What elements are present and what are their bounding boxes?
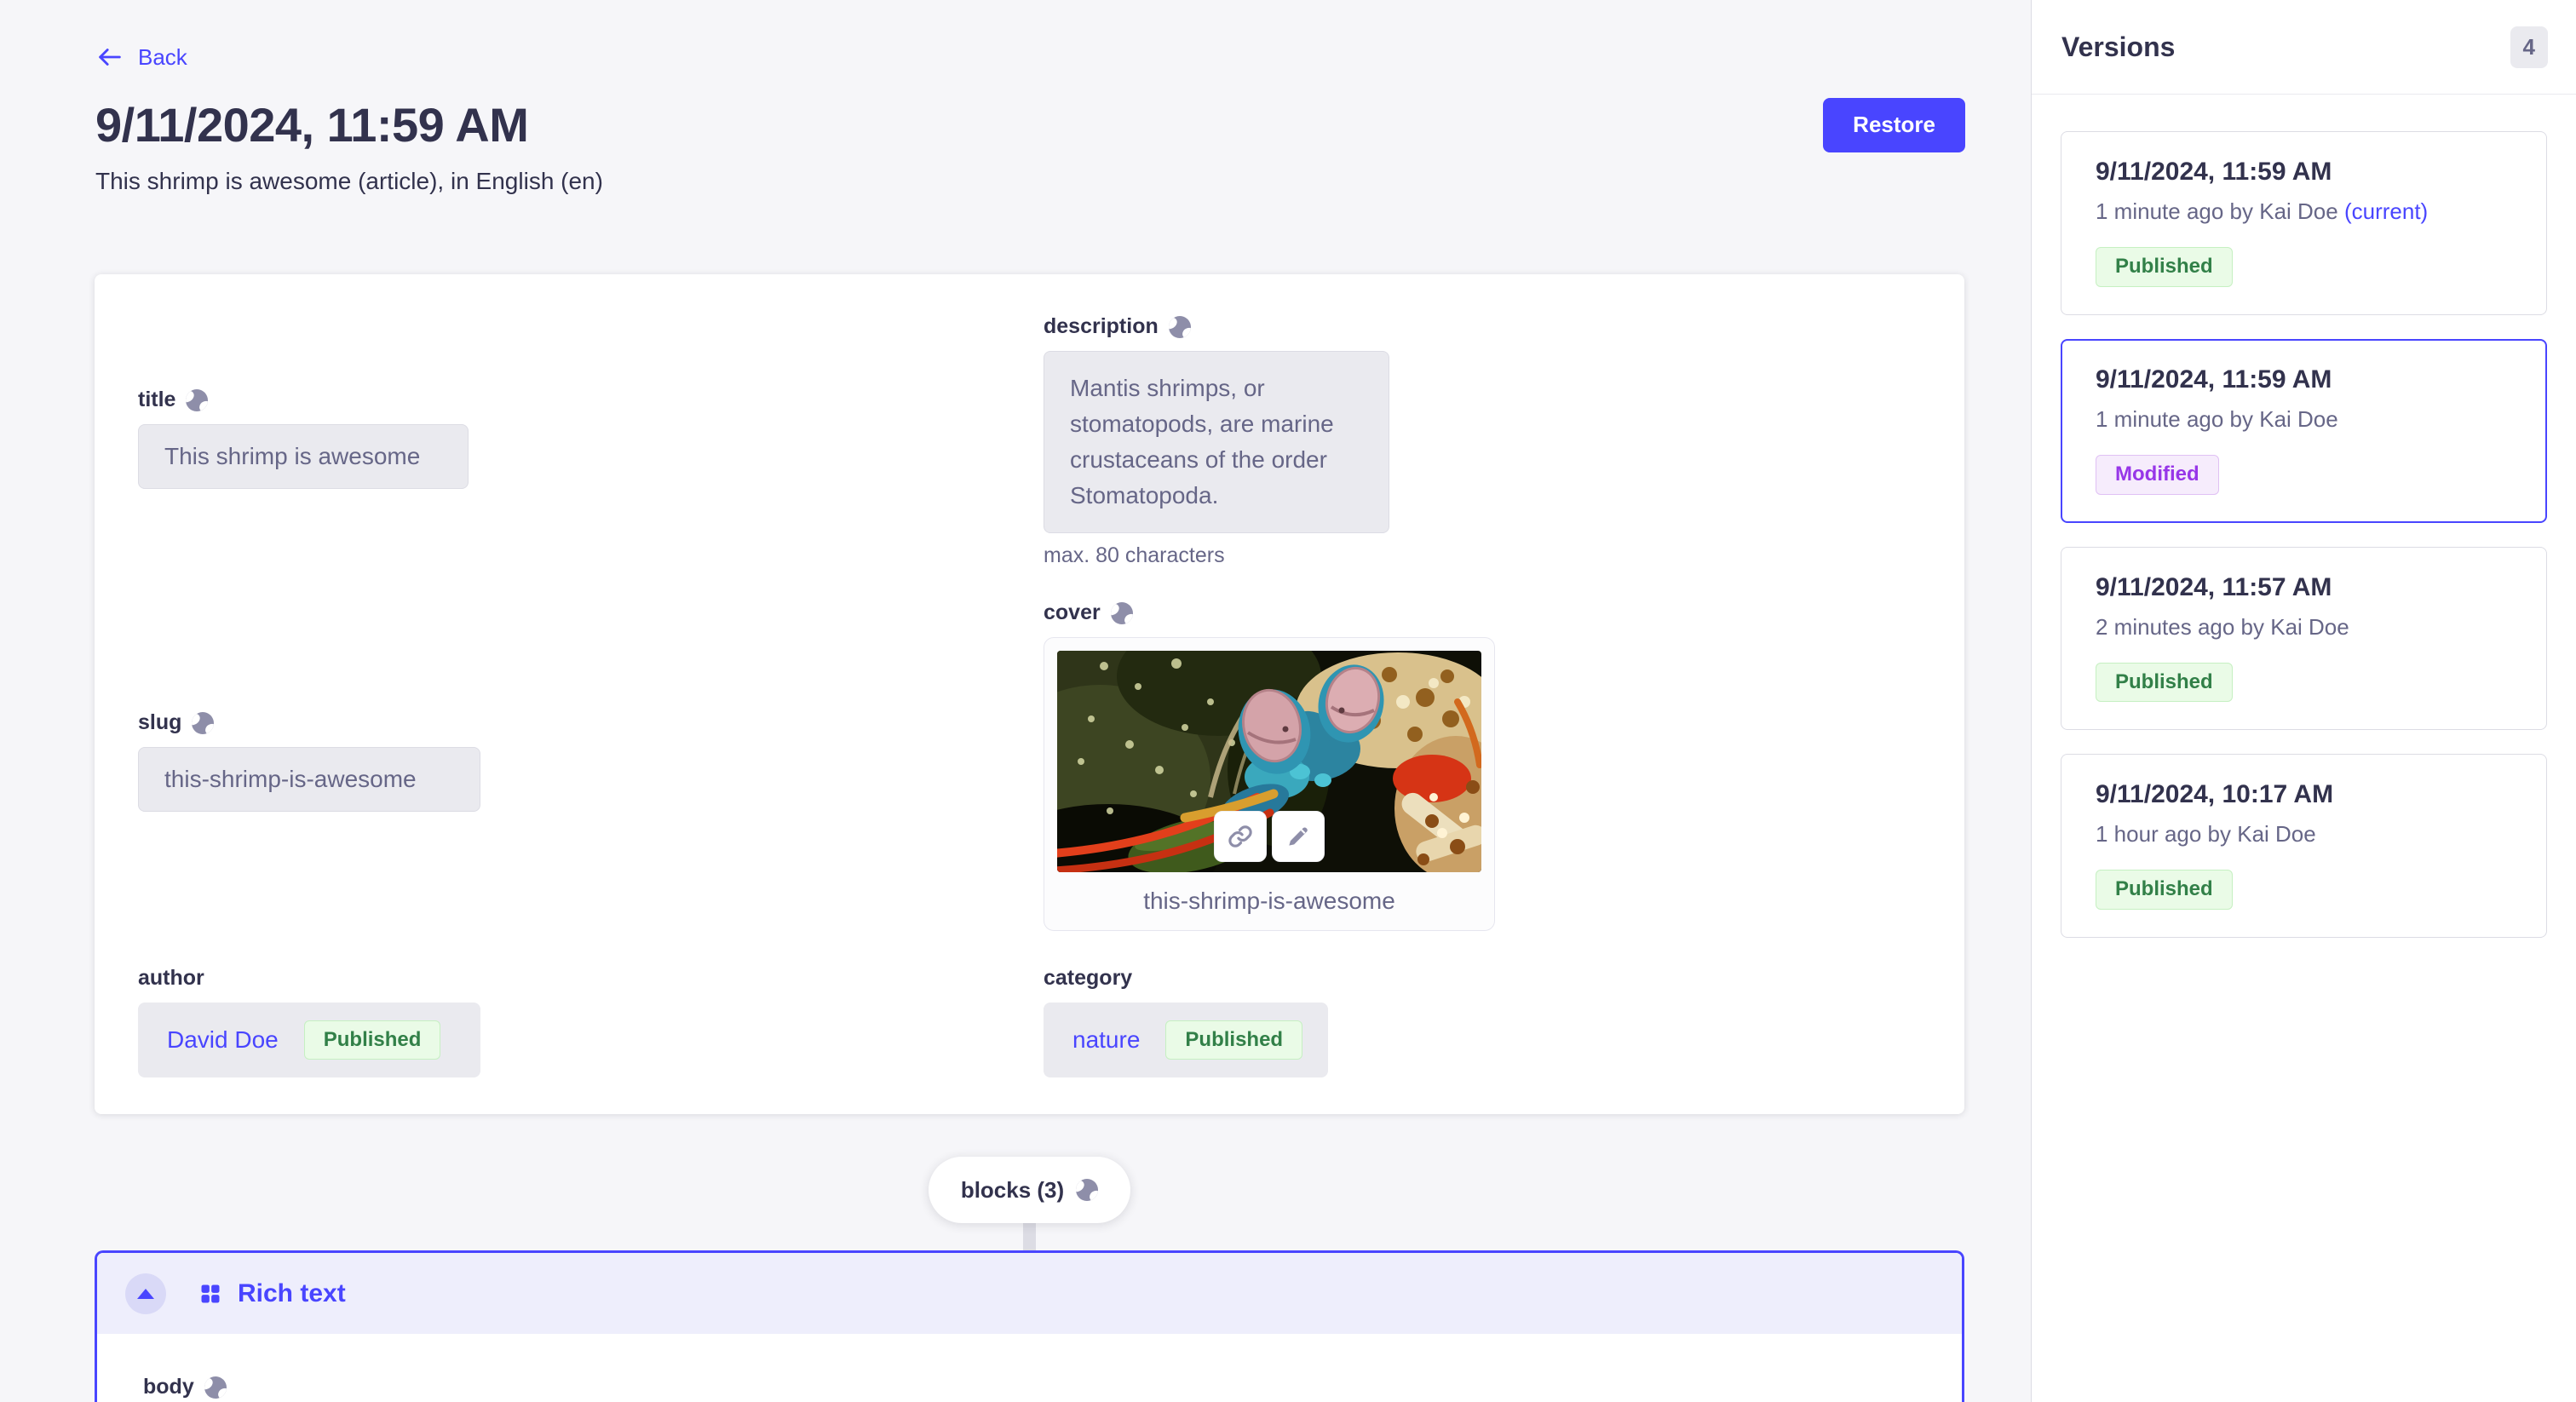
version-date: 9/11/2024, 11:57 AM bbox=[2096, 573, 2521, 602]
version-date: 9/11/2024, 10:17 AM bbox=[2096, 780, 2521, 809]
pencil-icon bbox=[1285, 823, 1312, 850]
field-author-label: author bbox=[138, 966, 480, 991]
back-label: Back bbox=[138, 44, 187, 71]
status-badge: Published bbox=[1165, 1020, 1302, 1060]
cover-filename: this-shrimp-is-awesome bbox=[1057, 872, 1481, 925]
blocks-pill-label: blocks (3) bbox=[961, 1177, 1064, 1204]
version-card[interactable]: 9/11/2024, 11:59 AM 1 minute ago by Kai … bbox=[2061, 339, 2547, 523]
cover-actions bbox=[1214, 811, 1325, 862]
field-cover-label: cover bbox=[1044, 600, 1495, 625]
globe-icon bbox=[186, 389, 208, 411]
version-card[interactable]: 9/11/2024, 11:57 AM 2 minutes ago by Kai… bbox=[2061, 547, 2547, 731]
version-meta: 1 minute ago by Kai Doe (current) bbox=[2096, 198, 2521, 225]
collapse-button[interactable] bbox=[125, 1273, 166, 1314]
slug-input[interactable]: this-shrimp-is-awesome bbox=[138, 747, 480, 812]
version-date: 9/11/2024, 11:59 AM bbox=[2096, 365, 2521, 394]
globe-icon bbox=[1076, 1179, 1098, 1201]
main-content: Back 9/11/2024, 11:59 AM Restore This sh… bbox=[0, 0, 2031, 1402]
field-slug: slug this-shrimp-is-awesome bbox=[138, 710, 480, 812]
version-meta: 1 hour ago by Kai Doe bbox=[2096, 821, 2521, 848]
back-link[interactable]: Back bbox=[95, 43, 187, 72]
versions-panel: Versions 4 9/11/2024, 11:59 AM 1 minute … bbox=[2031, 0, 2576, 1402]
author-relation-link[interactable]: David Doe bbox=[167, 1026, 279, 1054]
author-relation-box: David Doe Published bbox=[138, 1003, 480, 1077]
field-title: title This shrimp is awesome bbox=[138, 388, 469, 489]
version-status-badge: Modified bbox=[2096, 455, 2219, 495]
versions-count-badge: 4 bbox=[2510, 26, 2548, 68]
version-meta: 1 minute ago by Kai Doe bbox=[2096, 406, 2521, 433]
field-category: category nature Published bbox=[1044, 966, 1328, 1077]
cover-image bbox=[1057, 651, 1481, 872]
page-subtitle: This shrimp is awesome (article), in Eng… bbox=[95, 168, 1965, 195]
cover-card: this-shrimp-is-awesome bbox=[1044, 637, 1495, 931]
description-hint: max. 80 characters bbox=[1044, 543, 1389, 568]
version-meta: 2 minutes ago by Kai Doe bbox=[2096, 614, 2521, 641]
version-date: 9/11/2024, 11:59 AM bbox=[2096, 158, 2521, 187]
version-card[interactable]: 9/11/2024, 11:59 AM 1 minute ago by Kai … bbox=[2061, 131, 2547, 315]
block-title-label: Rich text bbox=[238, 1279, 346, 1308]
rich-text-block-header[interactable]: Rich text bbox=[97, 1253, 1962, 1334]
blocks-connector bbox=[1023, 1222, 1036, 1250]
version-status-badge: Published bbox=[2096, 247, 2233, 287]
category-relation-box: nature Published bbox=[1044, 1003, 1328, 1077]
block-title: Rich text bbox=[198, 1279, 346, 1308]
page-header: Back 9/11/2024, 11:59 AM Restore This sh… bbox=[95, 43, 1965, 195]
field-description: description Mantis shrimps, or stomatopo… bbox=[1044, 314, 1389, 568]
versions-panel-title: Versions bbox=[2061, 32, 2175, 63]
field-category-label: category bbox=[1044, 966, 1328, 991]
cover-edit-button[interactable] bbox=[1272, 811, 1325, 862]
field-description-label: description bbox=[1044, 314, 1389, 339]
arrow-left-icon bbox=[95, 43, 124, 72]
category-relation-link[interactable]: nature bbox=[1072, 1026, 1140, 1054]
version-current-label: (current) bbox=[2344, 198, 2428, 224]
field-slug-label: slug bbox=[138, 710, 480, 735]
cover-copy-link-button[interactable] bbox=[1214, 811, 1267, 862]
field-author: author David Doe Published bbox=[138, 966, 480, 1077]
grid-icon bbox=[198, 1282, 222, 1306]
versions-panel-header: Versions 4 bbox=[2032, 0, 2576, 95]
blocks-zone: blocks (3) Rich text bbox=[95, 1114, 1964, 1402]
version-status-badge: Published bbox=[2096, 870, 2233, 910]
globe-icon bbox=[204, 1376, 227, 1399]
field-body-label: body bbox=[143, 1375, 1916, 1399]
chevron-up-icon bbox=[137, 1289, 154, 1299]
link-icon bbox=[1226, 822, 1255, 851]
blocks-field-pill: blocks (3) bbox=[929, 1157, 1130, 1223]
title-input[interactable]: This shrimp is awesome bbox=[138, 424, 469, 489]
version-fields-card: title This shrimp is awesome description… bbox=[95, 274, 1964, 1114]
version-status-badge: Published bbox=[2096, 663, 2233, 703]
rich-text-block-body: body bbox=[97, 1334, 1962, 1402]
globe-icon bbox=[1111, 602, 1133, 624]
globe-icon bbox=[192, 712, 214, 734]
page-title: 9/11/2024, 11:59 AM bbox=[95, 97, 528, 152]
version-card[interactable]: 9/11/2024, 10:17 AM 1 hour ago by Kai Do… bbox=[2061, 754, 2547, 938]
description-textarea[interactable]: Mantis shrimps, or stomatopods, are mari… bbox=[1044, 351, 1389, 533]
version-list: 9/11/2024, 11:59 AM 1 minute ago by Kai … bbox=[2032, 95, 2576, 974]
restore-button[interactable]: Restore bbox=[1823, 98, 1965, 152]
status-badge: Published bbox=[304, 1020, 441, 1060]
globe-icon bbox=[1169, 316, 1191, 338]
field-cover: cover bbox=[1044, 600, 1495, 931]
field-title-label: title bbox=[138, 388, 469, 412]
rich-text-block: Rich text body bbox=[95, 1250, 1964, 1402]
